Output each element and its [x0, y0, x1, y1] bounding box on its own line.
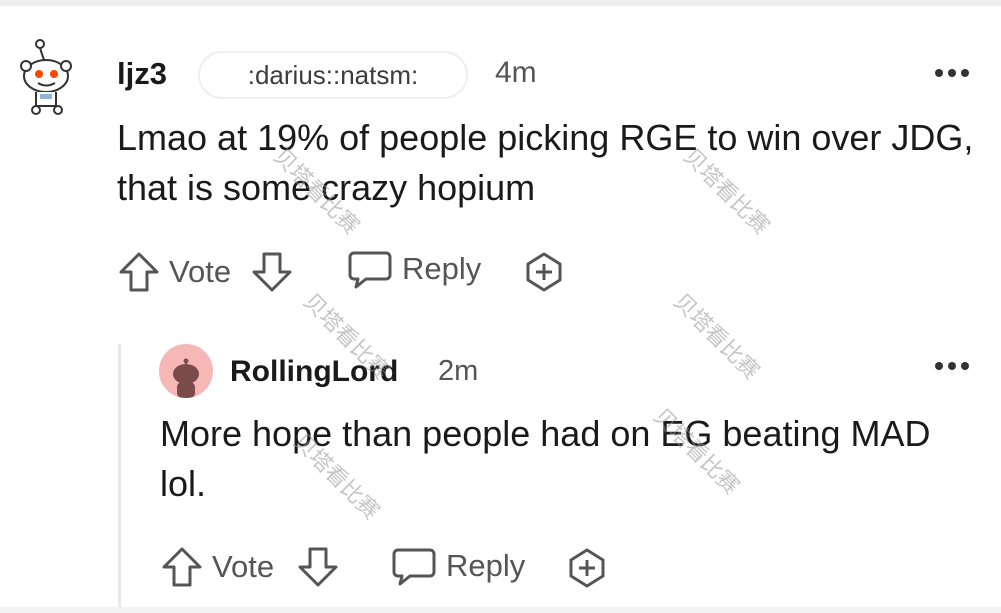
downvote-button[interactable] [296, 545, 340, 589]
comment-timestamp: 2m [438, 355, 479, 387]
comment-timestamp: 4m [495, 56, 537, 89]
reply-label: Reply [446, 548, 526, 583]
comment-body: More hope than people had on EG beating … [160, 413, 931, 504]
avatar[interactable] [14, 36, 80, 116]
upvote-button[interactable]: Vote [160, 545, 274, 589]
vote-label: Vote [169, 254, 232, 289]
award-button[interactable] [565, 546, 609, 590]
comment-body: Lmao at 19% of people picking RGE to win… [117, 117, 974, 208]
comment-username[interactable]: ljz3 [117, 56, 167, 92]
downvote-icon [298, 547, 338, 587]
bottom-divider [0, 607, 1001, 613]
top-divider [0, 0, 1001, 6]
user-flair: :darius::natsm: [198, 51, 468, 99]
award-button[interactable] [522, 250, 566, 294]
upvote-icon [162, 547, 202, 587]
upvote-icon [119, 252, 159, 292]
award-icon [526, 252, 562, 292]
reply-icon [392, 548, 436, 586]
vote-label: Vote [212, 549, 275, 584]
reply-label: Reply [402, 251, 482, 286]
reply-button[interactable]: Reply [390, 544, 525, 588]
more-options-icon[interactable] [935, 66, 975, 80]
reply-icon [348, 251, 392, 289]
watermark: 贝塔看比赛 [668, 288, 765, 385]
upvote-button[interactable]: Vote [117, 250, 231, 294]
avatar[interactable] [159, 344, 213, 398]
downvote-button[interactable] [250, 250, 294, 294]
award-icon [569, 548, 605, 588]
thread-line[interactable] [118, 344, 121, 613]
downvote-icon [252, 252, 292, 292]
more-options-icon[interactable] [935, 359, 975, 373]
reply-button[interactable]: Reply [346, 247, 481, 291]
